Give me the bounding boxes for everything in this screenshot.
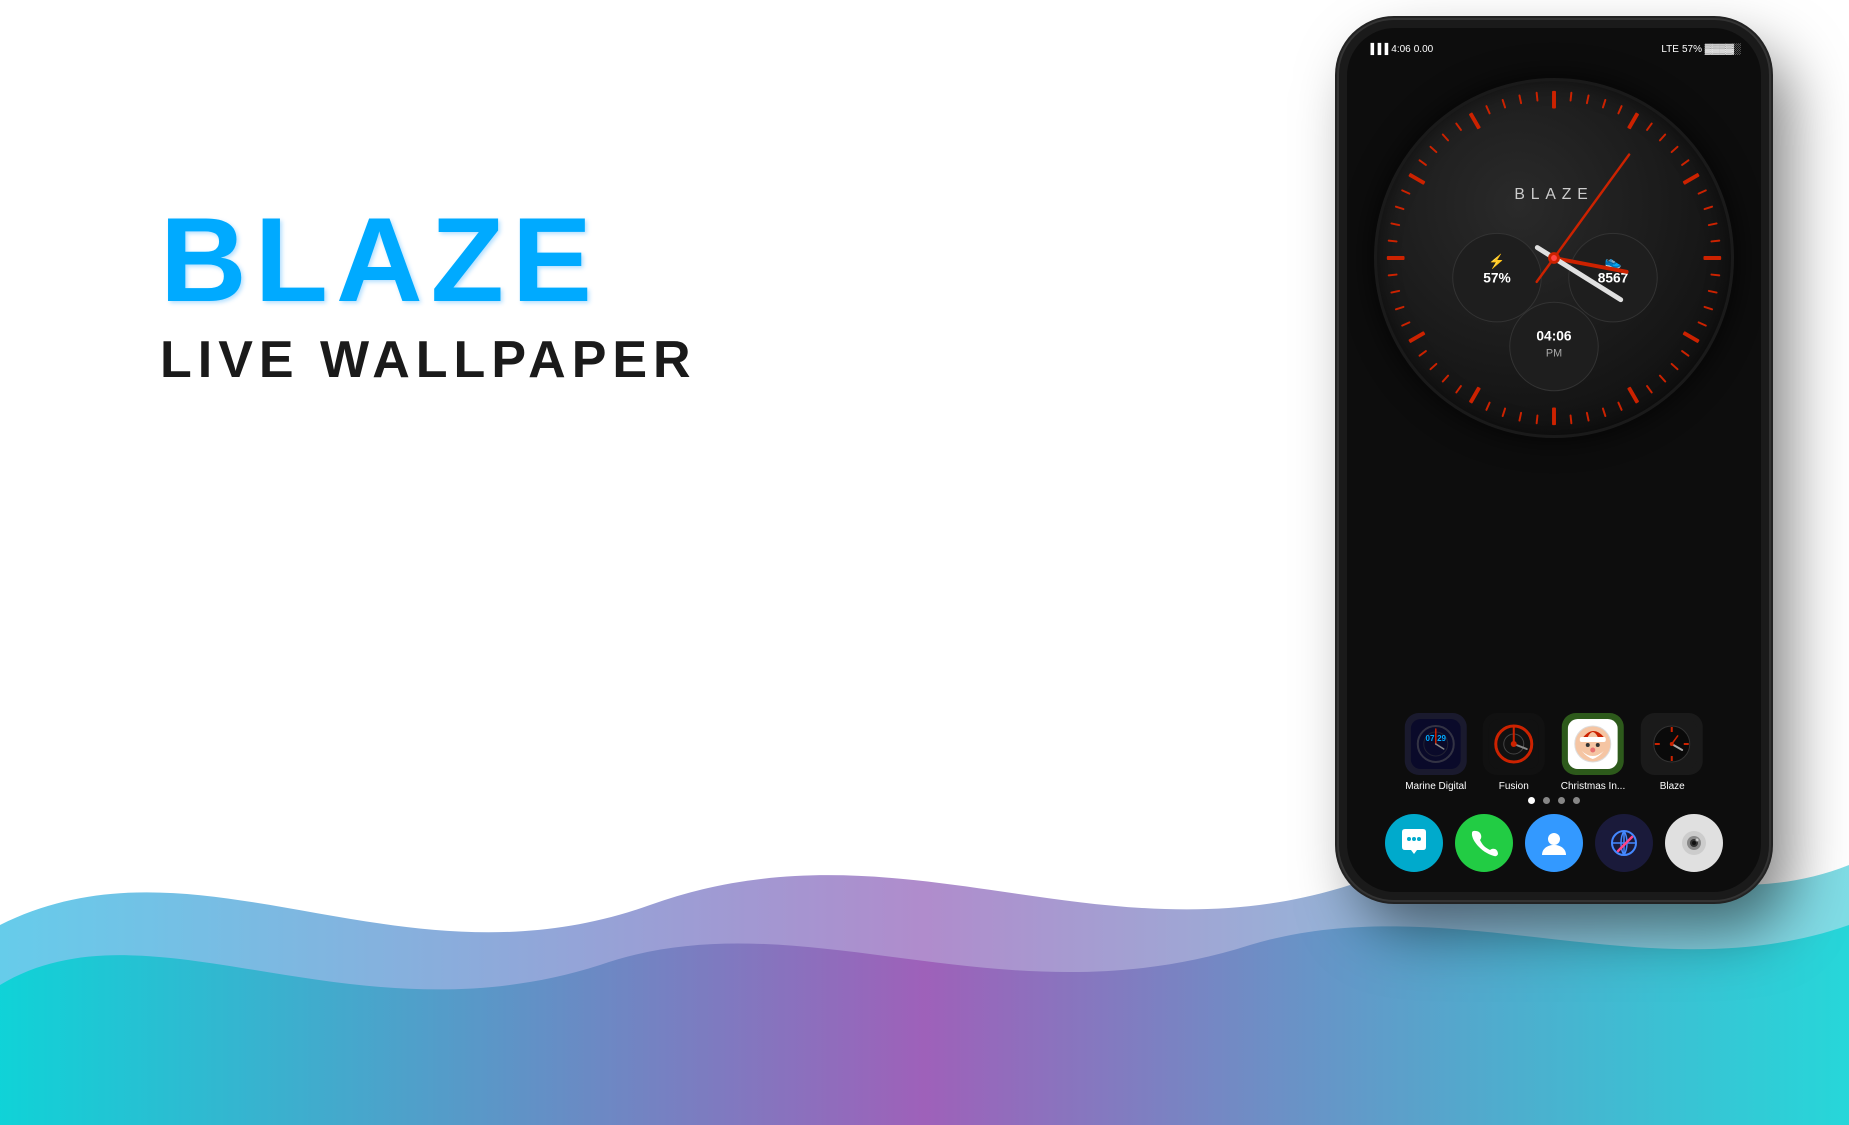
status-right: LTE 57% ▓▓▓▓░ bbox=[1661, 44, 1741, 55]
app-label-fusion: Fusion bbox=[1499, 781, 1529, 792]
dock-messages[interactable] bbox=[1385, 814, 1443, 872]
app-subtitle: LIVE WALLPAPER bbox=[160, 330, 697, 390]
app-fusion[interactable]: Fusion bbox=[1483, 713, 1545, 792]
clock-face-area: BLAZE ⚡ 57% 👟 8567 04:06 bbox=[1374, 78, 1734, 438]
app-icon-christmas[interactable] bbox=[1562, 713, 1624, 775]
dock-contacts[interactable] bbox=[1525, 814, 1583, 872]
dot-1 bbox=[1528, 797, 1535, 804]
app-icon-marine[interactable]: 07:29 bbox=[1405, 713, 1467, 775]
phone-mockup: ▐▐▐ 4:06 0.00 LTE 57% ▓▓▓▓░ bbox=[1339, 20, 1769, 900]
lte-icon: LTE bbox=[1661, 44, 1679, 55]
svg-text:BLAZE: BLAZE bbox=[1514, 186, 1593, 203]
left-content: BLAZE LIVE WALLPAPER bbox=[160, 200, 697, 390]
dock-phone[interactable] bbox=[1455, 814, 1513, 872]
app-grid: 07:29 Marine Digital bbox=[1405, 713, 1703, 792]
bottom-dock bbox=[1385, 814, 1723, 872]
clock-svg: BLAZE ⚡ 57% 👟 8567 04:06 bbox=[1377, 81, 1731, 435]
dot-4 bbox=[1573, 797, 1580, 804]
phone-screen: ▐▐▐ 4:06 0.00 LTE 57% ▓▓▓▓░ bbox=[1347, 28, 1761, 892]
data-speed: 0.00 bbox=[1414, 44, 1433, 55]
dock-browser[interactable] bbox=[1595, 814, 1653, 872]
app-title: BLAZE bbox=[160, 200, 697, 320]
app-marine-digital[interactable]: 07:29 Marine Digital bbox=[1405, 713, 1467, 792]
page-dots bbox=[1528, 797, 1580, 804]
app-christmas[interactable]: Christmas In... bbox=[1561, 713, 1625, 792]
svg-text:57%: 57% bbox=[1483, 271, 1511, 286]
status-bar: ▐▐▐ 4:06 0.00 LTE 57% ▓▓▓▓░ bbox=[1347, 28, 1761, 64]
battery-icon: 57% ▓▓▓▓░ bbox=[1682, 44, 1741, 55]
dot-2 bbox=[1543, 797, 1550, 804]
phone-body: ▐▐▐ 4:06 0.00 LTE 57% ▓▓▓▓░ bbox=[1339, 20, 1769, 900]
svg-text:⚡: ⚡ bbox=[1488, 253, 1505, 270]
dot-3 bbox=[1558, 797, 1565, 804]
app-label-marine: Marine Digital bbox=[1405, 781, 1466, 792]
app-label-blaze: Blaze bbox=[1660, 781, 1685, 792]
status-left: ▐▐▐ 4:06 0.00 bbox=[1367, 44, 1433, 55]
svg-text:04:06: 04:06 bbox=[1536, 329, 1572, 344]
app-blaze[interactable]: Blaze bbox=[1641, 713, 1703, 792]
signal-icon: ▐▐▐ bbox=[1367, 44, 1388, 55]
clock-face: BLAZE ⚡ 57% 👟 8567 04:06 bbox=[1374, 78, 1734, 438]
status-time: 4:06 bbox=[1391, 44, 1410, 55]
svg-text:PM: PM bbox=[1546, 347, 1562, 359]
app-icon-fusion[interactable] bbox=[1483, 713, 1545, 775]
app-label-christmas: Christmas In... bbox=[1561, 781, 1625, 792]
app-icon-blaze[interactable] bbox=[1641, 713, 1703, 775]
dock-camera[interactable] bbox=[1665, 814, 1723, 872]
